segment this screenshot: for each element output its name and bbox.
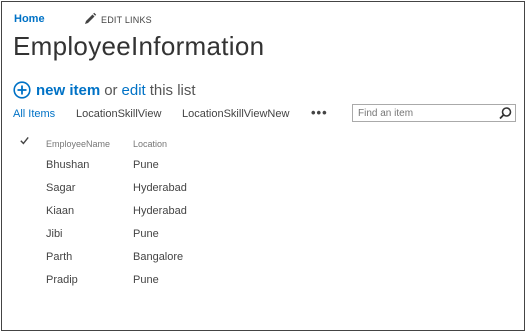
location-cell: Pune [133, 228, 159, 240]
checkmark-icon[interactable] [20, 136, 29, 145]
more-views-button[interactable]: ••• [311, 105, 328, 120]
employee-name-cell[interactable]: Jibi [46, 228, 63, 240]
location-cell: Hyderabad [133, 205, 187, 217]
pencil-icon[interactable] [83, 12, 97, 26]
employee-name-cell[interactable]: Pradip [46, 274, 78, 286]
page-title: EmployeeInformation [13, 31, 265, 61]
page-frame: Home EDIT LINKS EmployeeInformation new … [1, 1, 525, 331]
home-link[interactable]: Home [14, 13, 45, 25]
edit-list-link[interactable]: edit [122, 82, 146, 99]
employee-name-cell[interactable]: Kiaan [46, 205, 74, 217]
column-header-location[interactable]: Location [133, 139, 167, 149]
location-cell: Hyderabad [133, 182, 187, 194]
search-icon[interactable] [498, 106, 513, 121]
edit-links-link[interactable]: EDIT LINKS [101, 15, 152, 25]
location-cell: Pune [133, 274, 159, 286]
location-cell: Bangalore [133, 251, 184, 263]
search-input[interactable] [353, 105, 496, 121]
employee-name-cell[interactable]: Sagar [46, 182, 75, 194]
this-list-text: this list [149, 81, 196, 99]
new-item-row: new item or edit this list [13, 81, 196, 99]
employee-name-cell[interactable]: Bhushan [46, 159, 89, 171]
view-all-items[interactable]: All Items [13, 108, 55, 120]
search-box [352, 104, 516, 122]
employee-name-cell[interactable]: Parth [46, 251, 72, 263]
plus-circle-icon[interactable] [13, 81, 31, 99]
view-location-skill-new[interactable]: LocationSkillViewNew [182, 108, 289, 120]
location-cell: Pune [133, 159, 159, 171]
column-header-employee-name[interactable]: EmployeeName [46, 139, 110, 149]
view-location-skill[interactable]: LocationSkillView [76, 108, 161, 120]
new-item-link[interactable]: new item [36, 82, 100, 99]
or-text: or [104, 81, 118, 99]
